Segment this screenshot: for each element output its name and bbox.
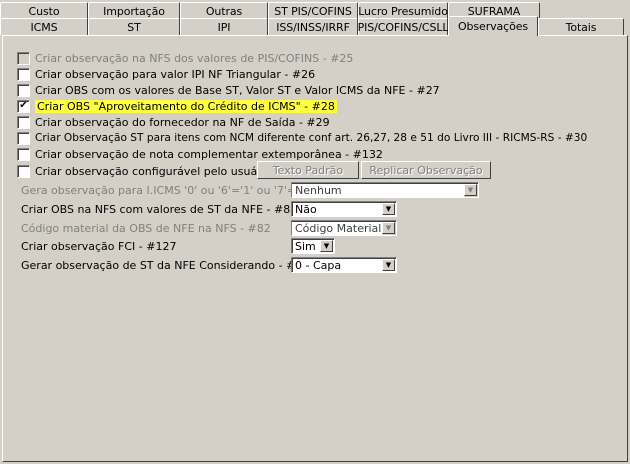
tab-lucro-presumido[interactable]: Lucro Presumido xyxy=(358,2,448,19)
checkbox-29[interactable] xyxy=(17,115,30,129)
field-label-154: Gerar observação de ST da NFE Consideran… xyxy=(21,258,317,272)
checkbox-row-29[interactable]: Criar observação do fornecedor na NF de … xyxy=(17,114,330,130)
chevron-down-icon[interactable]: ▼ xyxy=(382,203,395,215)
replicar-observacao-button[interactable]: Replicar Observação xyxy=(361,161,491,179)
observacoes-panel: Criar observação na NFS dos valores de P… xyxy=(2,35,628,462)
select-80-value: Nenhum xyxy=(292,183,464,197)
checkbox-row-30[interactable]: Criar Observação ST para itens com NCM d… xyxy=(17,130,587,146)
tab-observacoes[interactable]: Observações xyxy=(448,16,538,36)
checkbox-30[interactable] xyxy=(17,131,30,145)
chevron-down-icon[interactable]: ▼ xyxy=(464,184,477,196)
tab-pis-cofins-csll[interactable]: PIS/COFINS/CSLL xyxy=(358,18,449,35)
tab-totais[interactable]: Totais xyxy=(538,18,624,35)
tab-ipi[interactable]: IPI xyxy=(180,18,268,35)
tab-importacao[interactable]: Importação xyxy=(88,2,180,19)
checkbox-25[interactable] xyxy=(17,51,30,65)
select-127[interactable]: Sim ▼ xyxy=(291,238,335,254)
select-127-value: Sim xyxy=(295,239,316,253)
tab-outras[interactable]: Outras xyxy=(180,2,268,19)
checkbox-row-25[interactable]: Criar observação na NFS dos valores de P… xyxy=(17,50,353,66)
field-label-127: Criar observação FCI - #127 xyxy=(21,239,177,253)
select-82-value: Código Material xyxy=(292,221,382,235)
checkbox-label-27: Criar OBS com os valores de Base ST, Val… xyxy=(35,83,440,97)
checkbox-row-28[interactable]: ✔ Criar OBS "Aproveitamento do Crédito d… xyxy=(17,98,337,114)
checkbox-132[interactable] xyxy=(17,147,30,161)
checkbox-label-30: Criar Observação ST para itens com NCM d… xyxy=(35,132,588,144)
checkbox-label-29: Criar observação do fornecedor na NF de … xyxy=(35,115,330,129)
select-81[interactable]: Não ▼ xyxy=(291,201,397,217)
select-154-value: 0 - Capa xyxy=(295,258,342,272)
tab-row-front: ICMS ST IPI ISS/INSS/IRRF PIS/COFINS/CSL… xyxy=(0,16,624,36)
checkbox-row-132[interactable]: Criar observação de nota complementar ex… xyxy=(17,146,383,162)
select-81-value: Não xyxy=(295,202,317,216)
checkbox-row-26[interactable]: Criar observação para valor IPI NF Trian… xyxy=(17,66,315,82)
tab-custo[interactable]: Custo xyxy=(0,2,88,19)
checkbox-27[interactable] xyxy=(17,83,30,97)
chevron-down-icon[interactable]: ▼ xyxy=(320,240,333,252)
select-82[interactable]: Código Material ▼ xyxy=(291,220,397,236)
field-label-81: Criar OBS na NFS com valores de ST da NF… xyxy=(21,202,298,216)
chevron-down-icon[interactable]: ▼ xyxy=(382,222,395,234)
checkbox-label-28: Criar OBS "Aproveitamento do Crédito de … xyxy=(35,99,337,113)
checkbox-26[interactable] xyxy=(17,67,30,81)
tab-st-pis-cofins[interactable]: ST PIS/COFINS xyxy=(268,2,358,19)
checkbox-label-132: Criar observação de nota complementar ex… xyxy=(35,147,383,161)
tab-st[interactable]: ST xyxy=(88,18,180,35)
checkbox-row-27[interactable]: Criar OBS com os valores de Base ST, Val… xyxy=(17,82,440,98)
checkbox-label-26: Criar observação para valor IPI NF Trian… xyxy=(35,67,316,81)
checkbox-28[interactable]: ✔ xyxy=(17,99,30,113)
checkbox-label-25: Criar observação na NFS dos valores de P… xyxy=(35,51,354,65)
select-154[interactable]: 0 - Capa ▼ xyxy=(291,257,397,273)
check-mark-icon: ✔ xyxy=(19,100,28,111)
select-80[interactable]: Nenhum ▼ xyxy=(291,182,479,198)
texto-padrao-button[interactable]: Texto Padrão xyxy=(257,161,359,179)
field-label-82: Código material da OBS de NFE na NFS - #… xyxy=(21,221,271,235)
chevron-down-icon[interactable]: ▼ xyxy=(382,259,395,271)
checkbox-156[interactable] xyxy=(17,164,30,178)
tab-iss-inss-irrf[interactable]: ISS/INSS/IRRF xyxy=(268,18,358,35)
tab-icms[interactable]: ICMS xyxy=(0,18,88,35)
